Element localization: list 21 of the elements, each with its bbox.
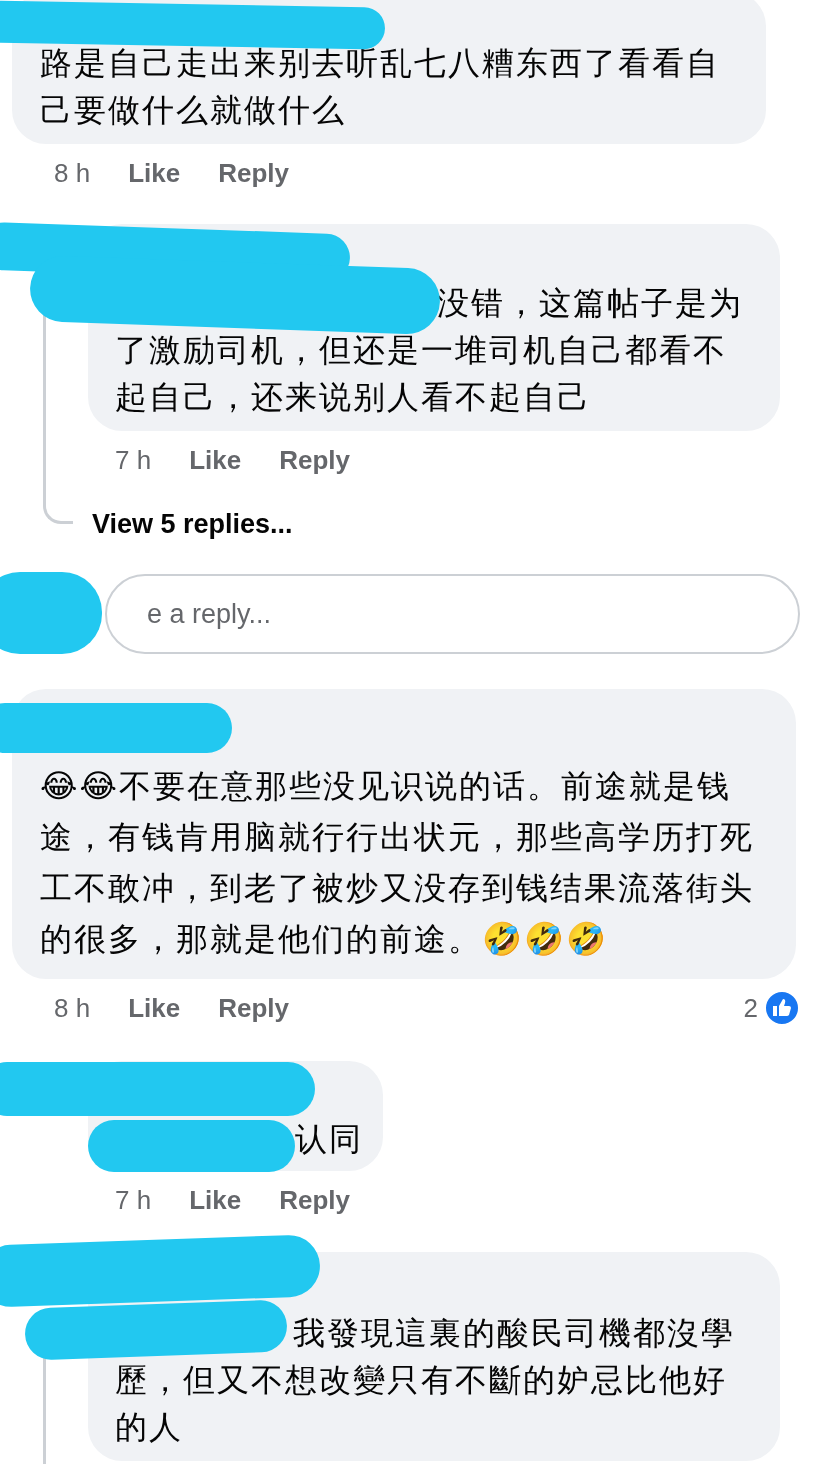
comment-text: 我發現這裏的酸民司機都沒學歷，但又不想改變只有不斷的妒忌比他好的人 (115, 1315, 735, 1445)
reply-link[interactable]: Reply (279, 444, 350, 476)
reply-field[interactable]: e a reply... (105, 574, 800, 654)
comment-time: 8 h (54, 157, 91, 189)
comment-text: 认同 (295, 1121, 363, 1157)
like-icon (764, 990, 800, 1026)
like-link[interactable]: Like (189, 444, 242, 476)
reply-link[interactable]: Reply (279, 1184, 350, 1216)
comment-text: 路是自己走出来别去听乱七八糟东西了看看自己要做什么就做什么 (40, 45, 720, 128)
reply-link[interactable]: Reply (218, 992, 289, 1024)
view-replies-link[interactable]: View 5 replies... (92, 508, 293, 540)
comment-time: 8 h (54, 992, 91, 1024)
comment-time: 7 h (115, 1184, 152, 1216)
like-link[interactable]: Like (128, 157, 181, 189)
like-link[interactable]: Like (128, 992, 181, 1024)
comment-text: 😂😂不要在意那些没见识说的话。前途就是钱途，有钱肯用脑就行行出状元，那些高学历打死工不敢冲，到老了被炒又没存到钱结果流落街头的很多，那就是他们的前途。🤣🤣🤣 (40, 768, 754, 957)
reply-link[interactable]: Reply (218, 157, 289, 189)
comment-text: 没错，这篇帖子是为了激励司机，但还是一堆司机自己都看不起自己，还来说别人看不起自己 (115, 285, 743, 415)
like-link[interactable]: Like (189, 1184, 242, 1216)
comment-time: 7 h (115, 444, 152, 476)
reaction-count: 2 (743, 992, 758, 1024)
